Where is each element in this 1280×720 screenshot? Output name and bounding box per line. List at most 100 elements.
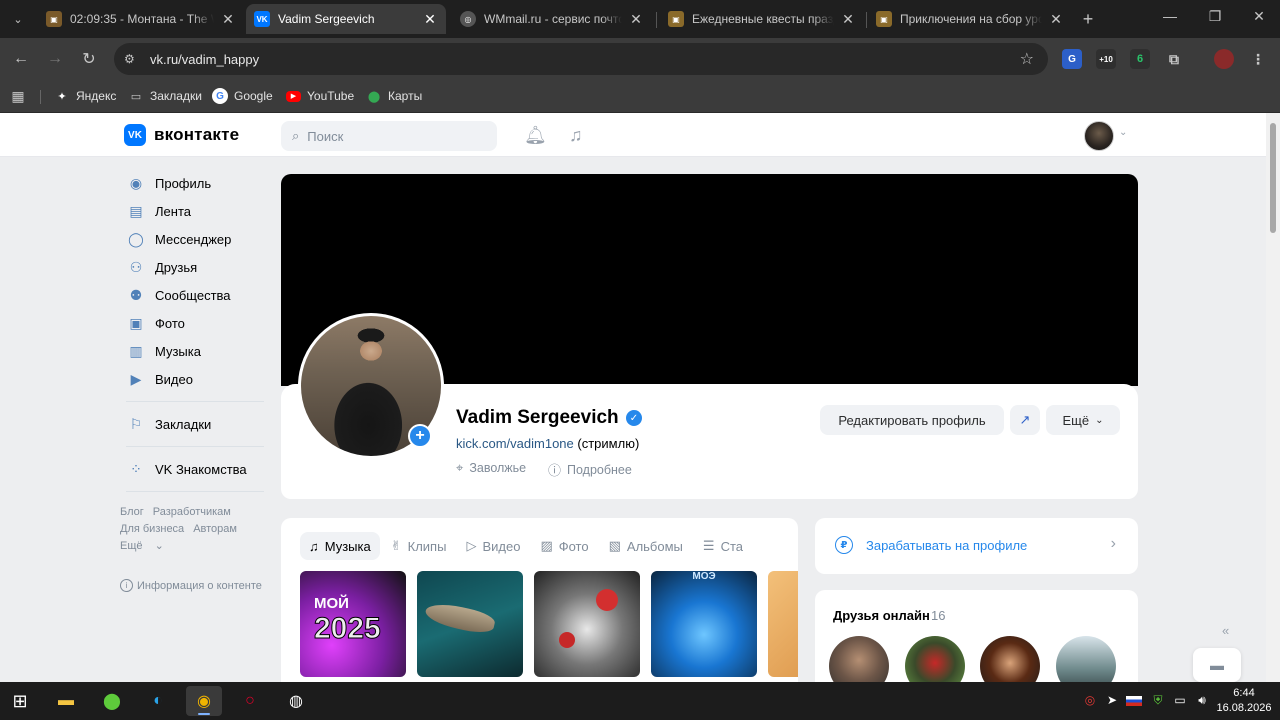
music-player-icon[interactable]: ♫ [569, 125, 583, 146]
close-tab-icon[interactable]: ✕ [628, 11, 644, 28]
sidebar-item-music[interactable]: ▥ Музыка [120, 337, 270, 365]
browser-tab[interactable]: ▣ Приключения на сбор уро ✕ [868, 4, 1072, 34]
stats-chart-icon[interactable]: ↗ [1010, 405, 1040, 435]
sidebar-item-photos[interactable]: ▣ Фото [120, 309, 270, 337]
verified-badge-icon[interactable]: ✓ [626, 410, 642, 426]
sidebar-item-feed[interactable]: ▤ Лента [120, 197, 270, 225]
sidebar-item-bookmarks[interactable]: ⚐ Закладки [120, 410, 270, 438]
minimize-icon[interactable]: — [1160, 8, 1180, 24]
bookmark-maps[interactable]: ⬤ Карты [366, 86, 422, 106]
bookmark-folder[interactable]: ▭ Закладки [128, 86, 202, 106]
restore-icon[interactable]: ❐ [1205, 8, 1225, 25]
chrome-icon[interactable]: ◉ [186, 686, 222, 716]
notifications-bell-icon[interactable]: 🔔︎ [524, 125, 547, 146]
tray-app-icon[interactable]: ◎ [1082, 693, 1098, 707]
volume-icon[interactable]: 🔊︎ [1194, 693, 1210, 708]
language-flag-icon[interactable] [1126, 696, 1142, 706]
chat-bubble-icon[interactable]: ▬ [1193, 648, 1241, 682]
friend-avatar[interactable] [829, 636, 889, 682]
vk-logo[interactable]: VK вконтакте [124, 124, 239, 146]
extension-badge-icon[interactable]: +10 [1096, 49, 1116, 69]
new-tab-plus-icon[interactable]: + [1078, 9, 1098, 29]
back-arrow-icon[interactable]: ← [10, 48, 32, 70]
reload-icon[interactable]: ↻ [78, 48, 100, 70]
close-tab-icon[interactable]: ✕ [220, 11, 236, 28]
friends-icon: ⚇ [129, 258, 143, 275]
edit-profile-button[interactable]: Редактировать профиль [820, 405, 1004, 435]
browser-tab[interactable]: ▣ 02:09:35 - Монтана - The W ✕ [38, 4, 244, 34]
chevron-down-icon[interactable]: ⌄ [1119, 127, 1127, 138]
profile-location[interactable]: ⌖ Заволжье [456, 460, 526, 476]
sidebar-item-dating[interactable]: ⁘ VK Знакомства [120, 455, 270, 483]
content-info-link[interactable]: i Информация о контенте [120, 579, 270, 592]
telegram-icon[interactable]: ➤ [1104, 693, 1120, 707]
apps-grid-icon[interactable]: ▦ [10, 86, 32, 106]
footer-link-developers[interactable]: Разработчикам [153, 506, 231, 518]
extensions-puzzle-icon[interactable]: ⧉ [1164, 49, 1184, 69]
tab-music[interactable]: ♫ Музыка [300, 532, 380, 560]
close-tab-icon[interactable]: ✕ [840, 11, 856, 28]
tab-photos[interactable]: ▨ Фото [531, 532, 597, 560]
windows-start-icon[interactable]: ⊞ [2, 686, 38, 716]
translate-extension-icon[interactable]: G [1062, 49, 1082, 69]
friend-avatar[interactable] [1056, 636, 1116, 682]
profile-avatar-icon[interactable] [1214, 49, 1234, 69]
browser-tab-active[interactable]: VK Vadim Sergeevich ✕ [246, 4, 446, 34]
tab-albums[interactable]: ▧ Альбомы [600, 532, 692, 560]
scrollbar-thumb[interactable] [1270, 123, 1276, 233]
footer-link-more[interactable]: Ещё ⌄ [120, 540, 173, 552]
tab-video[interactable]: ▷ Видео [457, 532, 529, 560]
utorrent-icon[interactable]: ⬤ [94, 686, 130, 716]
system-clock[interactable]: 6:44 16.08.2026 [1216, 686, 1272, 716]
music-tile[interactable] [417, 571, 523, 677]
music-tile[interactable] [534, 571, 640, 677]
add-photo-plus-icon[interactable]: + [408, 424, 432, 448]
obs-icon[interactable]: ◍ [278, 686, 314, 716]
bookmark-yandex[interactable]: ✦ Яндекс [54, 86, 116, 106]
music-tile[interactable]: МОЭ [651, 571, 757, 677]
header-avatar[interactable] [1084, 121, 1114, 151]
close-tab-icon[interactable]: ✕ [422, 11, 438, 28]
status-link[interactable]: kick.com/vadim1one [456, 436, 574, 451]
tab-search-chevron-icon[interactable]: ⌄ [6, 8, 30, 30]
browser-tab[interactable]: ◎ WMmail.ru - сервис почтов ✕ [452, 4, 652, 34]
browser-tab[interactable]: ▣ Ежедневные квесты празд ✕ [660, 4, 864, 34]
security-shield-icon[interactable]: ⛨ [1150, 693, 1166, 708]
music-tile[interactable] [768, 571, 798, 677]
tab-clips[interactable]: ✌ Клипы [382, 532, 456, 560]
music-tile[interactable]: МОЙ 2025 [300, 571, 406, 677]
collapse-double-chevron-icon[interactable]: « [1222, 623, 1229, 638]
search-input[interactable]: ⌕ Поиск [281, 121, 497, 151]
page-scrollbar[interactable] [1266, 113, 1280, 682]
sidebar-item-label: Лента [155, 203, 191, 219]
sidebar-item-messenger[interactable]: ◯ Мессенджер [120, 225, 270, 253]
profile-details-link[interactable]: ⓘ Подробнее [548, 460, 632, 479]
forward-arrow-icon[interactable]: → [44, 48, 66, 70]
sidebar-item-video[interactable]: ▶ Видео [120, 365, 270, 393]
earn-on-profile-card[interactable]: ₽ Зарабатывать на профиле › [815, 518, 1138, 574]
edge-icon[interactable]: ◐ [140, 686, 176, 716]
friend-avatar[interactable] [905, 636, 965, 682]
footer-link-authors[interactable]: Авторам [193, 523, 237, 535]
tab-articles[interactable]: ☰ Ста [694, 532, 752, 560]
friends-online-title[interactable]: Друзья онлайн [833, 608, 930, 623]
bookmark-youtube[interactable]: ▶ YouTube [286, 86, 354, 106]
kebab-menu-icon[interactable]: ⋮ [1248, 49, 1268, 69]
footer-link-blog[interactable]: Блог [120, 506, 144, 518]
bookmark-google[interactable]: G Google [212, 86, 273, 106]
opera-icon[interactable]: ○ [232, 686, 268, 716]
sidebar-item-friends[interactable]: ⚇ Друзья [120, 253, 270, 281]
file-explorer-icon[interactable]: ▬ [48, 686, 84, 716]
network-icon[interactable]: ▭ [1172, 693, 1188, 707]
window-close-icon[interactable]: ✕ [1249, 8, 1269, 25]
address-bar[interactable]: ⚙ vk.ru/vadim_happy ☆ [114, 43, 1048, 75]
close-tab-icon[interactable]: ✕ [1048, 11, 1064, 28]
more-button[interactable]: Ещё ⌄ [1046, 405, 1120, 435]
footer-link-business[interactable]: Для бизнеса [120, 523, 184, 535]
bookmark-star-icon[interactable]: ☆ [1020, 49, 1034, 69]
friend-avatar[interactable] [980, 636, 1040, 682]
site-info-icon[interactable]: ⚙ [124, 52, 140, 66]
sidebar-item-profile[interactable]: ◉ Профиль [120, 169, 270, 197]
sidebar-item-communities[interactable]: ⚉ Сообщества [120, 281, 270, 309]
extension-counter-icon[interactable]: 6 [1130, 49, 1150, 69]
